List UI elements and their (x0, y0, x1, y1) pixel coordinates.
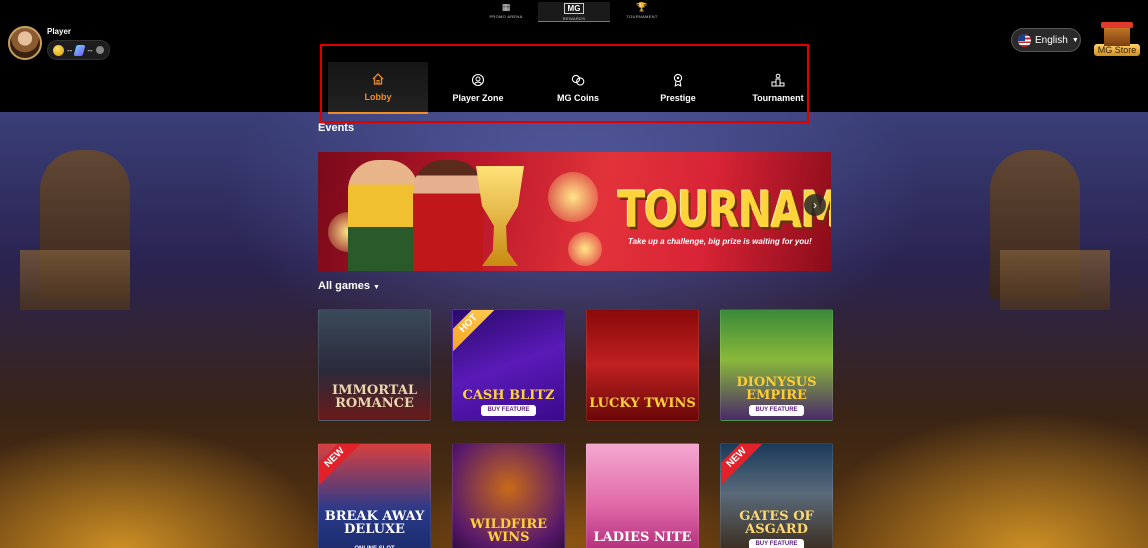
player-info: Player -- -- (47, 26, 110, 60)
coin-balance: -- (67, 45, 73, 55)
player-zone-icon (471, 73, 485, 87)
new-ribbon: NEW (721, 444, 766, 487)
tab-tournament[interactable]: Tournament (728, 62, 828, 114)
buy-feature-badge: BUY FEATURE (749, 405, 804, 416)
game-title: Gates of Asgard (739, 509, 814, 537)
game-title: Break Away Deluxe (324, 509, 425, 537)
game-card-gates-of-asgard[interactable]: Gates of Asgard BUY FEATURE NEW (720, 443, 833, 548)
language-label: English (1035, 34, 1068, 46)
store-icon (1101, 22, 1133, 46)
balance-pill[interactable]: -- -- (47, 40, 110, 60)
prestige-icon (673, 73, 683, 87)
trophy-icon: 🏆 (636, 2, 648, 12)
us-flag-icon (1018, 33, 1031, 47)
game-title: Cash Blitz (462, 388, 555, 403)
game-card-wildfire-wins[interactable]: Wildfire Wins (452, 443, 565, 548)
avatar[interactable] (8, 26, 42, 60)
events-heading: Events (318, 122, 355, 134)
game-card-cash-blitz[interactable]: Cash Blitz BUY FEATURE HOT (452, 309, 565, 421)
game-card-break-away-deluxe[interactable]: Break Away DeluxeONLINE SLOTNEW (318, 443, 431, 548)
language-select[interactable]: English ▼ (1011, 28, 1081, 52)
sparkle-decoration (548, 172, 598, 222)
pillar-right-decoration (1000, 250, 1110, 310)
woman-illustration (413, 160, 483, 271)
quick-nav-label: PROMO ARENA (489, 14, 523, 19)
game-title: Immortal Romance (332, 383, 417, 411)
tab-player-zone[interactable]: Player Zone (428, 62, 528, 114)
buy-feature-badge: BUY FEATURE (481, 405, 536, 416)
game-card-dionysus-empire[interactable]: Dionysus Empire BUY FEATURE (720, 309, 833, 421)
caret-down-icon: ▼ (372, 284, 380, 291)
game-card-lucky-twins[interactable]: Lucky Twins (586, 309, 699, 421)
game-title: Ladies Nite (593, 530, 692, 545)
home-icon (372, 73, 384, 85)
game-title: Wildfire Wins (469, 517, 548, 545)
main-nav-highlight: Lobby Player Zone MG Coins Prestige Tour… (320, 44, 809, 123)
rugby-player-illustration (348, 160, 418, 271)
info-icon[interactable] (95, 46, 104, 54)
player-name: Player (47, 27, 72, 36)
game-title: Lucky Twins (589, 396, 696, 411)
banner-headline: TOURNAMENT (618, 182, 831, 240)
sparkle-decoration (568, 232, 602, 266)
tab-label: Lobby (364, 92, 392, 102)
banner-subtitle: Take up a challenge, big prize is waitin… (628, 237, 812, 246)
mg-store-button[interactable]: MG Store (1091, 22, 1143, 62)
quick-nav-rewards[interactable]: MG REWARDS (538, 2, 610, 22)
all-games-dropdown[interactable]: All games ▼ (318, 280, 380, 292)
player-profile[interactable]: Player -- -- (8, 26, 110, 60)
podium-icon (771, 73, 785, 87)
game-card-immortal-romance[interactable]: Immortal Romance (318, 309, 431, 421)
buy-feature-badge: BUY FEATURE (749, 539, 804, 548)
coins-icon (571, 74, 585, 86)
all-games-label: All games (318, 280, 370, 292)
chevron-right-icon[interactable]: › (804, 194, 826, 216)
game-grid: Immortal Romance Cash Blitz BUY FEATURE HOT… (318, 309, 833, 548)
coin-icon (53, 44, 64, 56)
promo-arena-icon: ▦ (501, 2, 511, 12)
tab-label: MG Coins (557, 93, 599, 103)
quick-nav-label: TOURNAMENT (626, 14, 658, 19)
quick-nav-tournament[interactable]: 🏆 TOURNAMENT (610, 2, 674, 22)
hot-ribbon: HOT (453, 310, 498, 353)
gem-icon (73, 44, 86, 56)
new-ribbon: NEW (319, 444, 364, 487)
main-nav-tabs: Lobby Player Zone MG Coins Prestige Tour… (328, 62, 828, 114)
tab-label: Player Zone (452, 93, 504, 103)
tab-label: Tournament (752, 93, 804, 103)
tab-prestige[interactable]: Prestige (628, 62, 728, 114)
quick-nav-promo-arena[interactable]: ▦ PROMO ARENA (474, 2, 538, 22)
game-title: Dionysus Empire (736, 375, 817, 403)
quick-nav-label: REWARDS (562, 16, 586, 21)
mg-logo-icon: MG (563, 3, 585, 14)
tournament-banner[interactable]: TOURNAMENT Take up a challenge, big priz… (318, 152, 831, 271)
chevron-down-icon: ▼ (1071, 36, 1079, 44)
game-card-ladies-nite[interactable]: Ladies Nite (586, 443, 699, 548)
tab-lobby[interactable]: Lobby (328, 62, 428, 114)
tab-mg-coins[interactable]: MG Coins (528, 62, 628, 114)
pillar-left-decoration (20, 250, 130, 310)
gem-balance: -- (87, 45, 93, 55)
tab-label: Prestige (660, 93, 696, 103)
quick-nav: ▦ PROMO ARENA MG REWARDS 🏆 TOURNAMENT (474, 2, 674, 22)
